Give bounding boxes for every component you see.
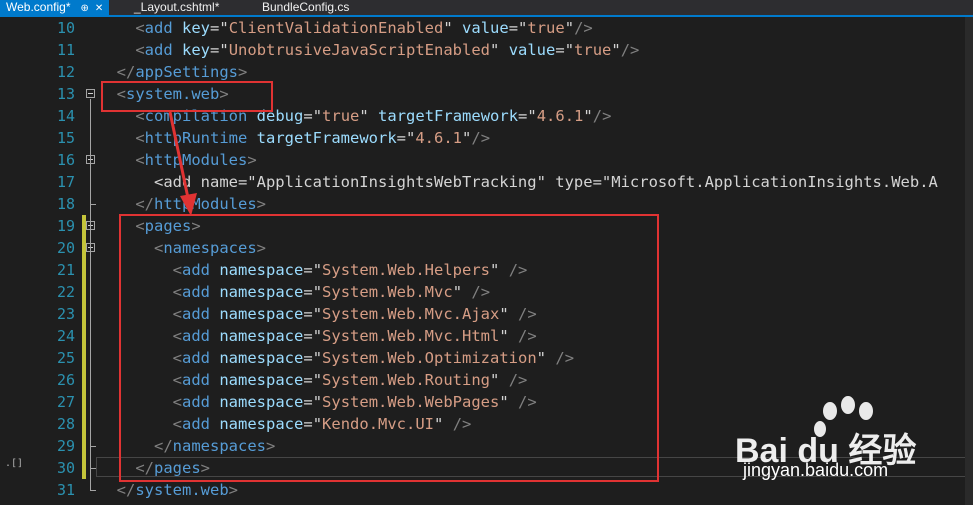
baidu-watermark: Bai du 经验 jingyan.baidu.com xyxy=(735,395,960,485)
watermark-site: jingyan.baidu.com xyxy=(743,460,889,480)
vertical-scrollbar[interactable] xyxy=(965,17,973,505)
